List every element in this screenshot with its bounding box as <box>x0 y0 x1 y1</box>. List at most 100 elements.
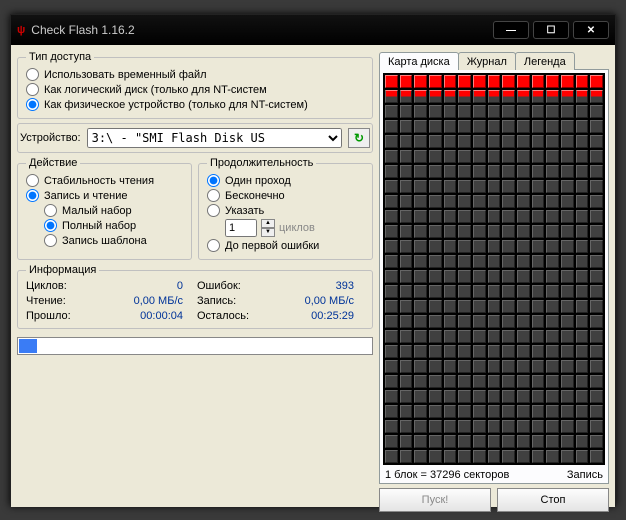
info-elapsed-value: 00:00:04 <box>94 310 193 322</box>
disk-cell <box>561 330 574 343</box>
cycles-down[interactable]: ▼ <box>261 228 275 237</box>
disk-cell <box>458 195 471 208</box>
disk-cell <box>488 165 501 178</box>
disk-cell <box>429 135 442 148</box>
disk-cell <box>400 435 413 448</box>
disk-cell <box>532 360 545 373</box>
disk-cell <box>546 255 559 268</box>
disk-cell <box>532 225 545 238</box>
action-full-set[interactable]: Полный набор <box>44 218 183 233</box>
disk-cell <box>590 360 603 373</box>
disk-cell <box>429 300 442 313</box>
minimize-button[interactable]: — <box>493 21 529 39</box>
disk-cell <box>546 270 559 283</box>
disk-cell <box>429 105 442 118</box>
disk-cell <box>517 420 530 433</box>
disk-cell <box>429 270 442 283</box>
action-pattern-write[interactable]: Запись шаблона <box>44 233 183 248</box>
disk-cell <box>385 315 398 328</box>
disk-cell <box>400 75 413 88</box>
client-area: Тип доступа Использовать временный файл … <box>11 45 615 507</box>
disk-cell <box>444 180 457 193</box>
disk-cell <box>473 135 486 148</box>
disk-cell <box>561 285 574 298</box>
disk-cell <box>546 345 559 358</box>
duration-one-pass[interactable]: Один проход <box>207 173 364 188</box>
disk-cell <box>561 435 574 448</box>
disk-cell <box>576 300 589 313</box>
disk-cell <box>400 450 413 463</box>
disk-cell <box>590 375 603 388</box>
disk-map-grid <box>383 73 605 465</box>
disk-cell <box>458 360 471 373</box>
access-temp-file[interactable]: Использовать временный файл <box>26 67 364 82</box>
disk-cell <box>400 90 413 103</box>
disk-cell <box>517 270 530 283</box>
refresh-icon: ↻ <box>354 131 364 145</box>
disk-cell <box>532 285 545 298</box>
disk-cell <box>458 375 471 388</box>
disk-cell <box>385 270 398 283</box>
duration-specify[interactable]: Указать <box>207 203 364 218</box>
action-read-stability[interactable]: Стабильность чтения <box>26 173 183 188</box>
window-title: Check Flash 1.16.2 <box>31 23 493 37</box>
disk-cell <box>590 285 603 298</box>
disk-cell <box>488 120 501 133</box>
access-physical-device[interactable]: Как физическое устройство (только для NT… <box>26 97 364 112</box>
disk-cell <box>488 300 501 313</box>
device-select[interactable]: 3:\ - "SMI Flash Disk US <box>87 128 342 148</box>
progress-bar <box>17 337 373 355</box>
disk-cell <box>429 315 442 328</box>
close-button[interactable]: ✕ <box>573 21 609 39</box>
action-small-set[interactable]: Малый набор <box>44 203 183 218</box>
tab-disk-map[interactable]: Карта диска <box>379 52 459 70</box>
disk-cell <box>576 255 589 268</box>
disk-cell <box>502 165 515 178</box>
disk-cell <box>532 180 545 193</box>
disk-cell <box>488 345 501 358</box>
disk-cell <box>488 375 501 388</box>
duration-until-error[interactable]: До первой ошибки <box>207 238 364 253</box>
info-group: Информация Циклов: 0 Ошибок: 393 Чтение:… <box>17 264 373 329</box>
disk-cell <box>517 345 530 358</box>
disk-cell <box>576 315 589 328</box>
disk-cell <box>546 135 559 148</box>
disk-cell <box>458 210 471 223</box>
info-remaining-label: Осталось: <box>197 310 261 322</box>
action-write-read[interactable]: Запись и чтение <box>26 188 183 203</box>
disk-cell <box>385 345 398 358</box>
disk-cell <box>590 270 603 283</box>
disk-cell <box>473 300 486 313</box>
disk-cell <box>473 210 486 223</box>
info-read-value: 0,00 МБ/с <box>94 295 193 307</box>
disk-cell <box>429 330 442 343</box>
disk-cell <box>473 405 486 418</box>
disk-cell <box>561 450 574 463</box>
maximize-button[interactable]: ☐ <box>533 21 569 39</box>
tab-journal[interactable]: Журнал <box>458 52 516 70</box>
duration-infinite[interactable]: Бесконечно <box>207 188 364 203</box>
refresh-button[interactable]: ↻ <box>348 128 370 148</box>
disk-cell <box>444 375 457 388</box>
disk-map-panel: 1 блок = 37296 секторов Запись <box>379 69 609 484</box>
disk-cell <box>590 135 603 148</box>
tab-legend[interactable]: Легенда <box>515 52 575 70</box>
disk-cell <box>502 405 515 418</box>
start-button[interactable]: Пуск! <box>379 488 491 512</box>
disk-cell <box>400 300 413 313</box>
disk-cell <box>546 420 559 433</box>
access-logical-disk[interactable]: Как логический диск (только для NT-систе… <box>26 82 364 97</box>
disk-cell <box>517 405 530 418</box>
disk-cell <box>502 90 515 103</box>
tab-bar: Карта диска Журнал Легенда <box>379 51 609 69</box>
disk-cell <box>385 300 398 313</box>
cycles-up[interactable]: ▲ <box>261 219 275 228</box>
cycles-input[interactable] <box>225 219 257 237</box>
disk-cell <box>444 285 457 298</box>
stop-button[interactable]: Стоп <box>497 488 609 512</box>
disk-cell <box>400 270 413 283</box>
disk-cell <box>444 255 457 268</box>
disk-cell <box>400 120 413 133</box>
disk-cell <box>590 225 603 238</box>
disk-cell <box>444 390 457 403</box>
